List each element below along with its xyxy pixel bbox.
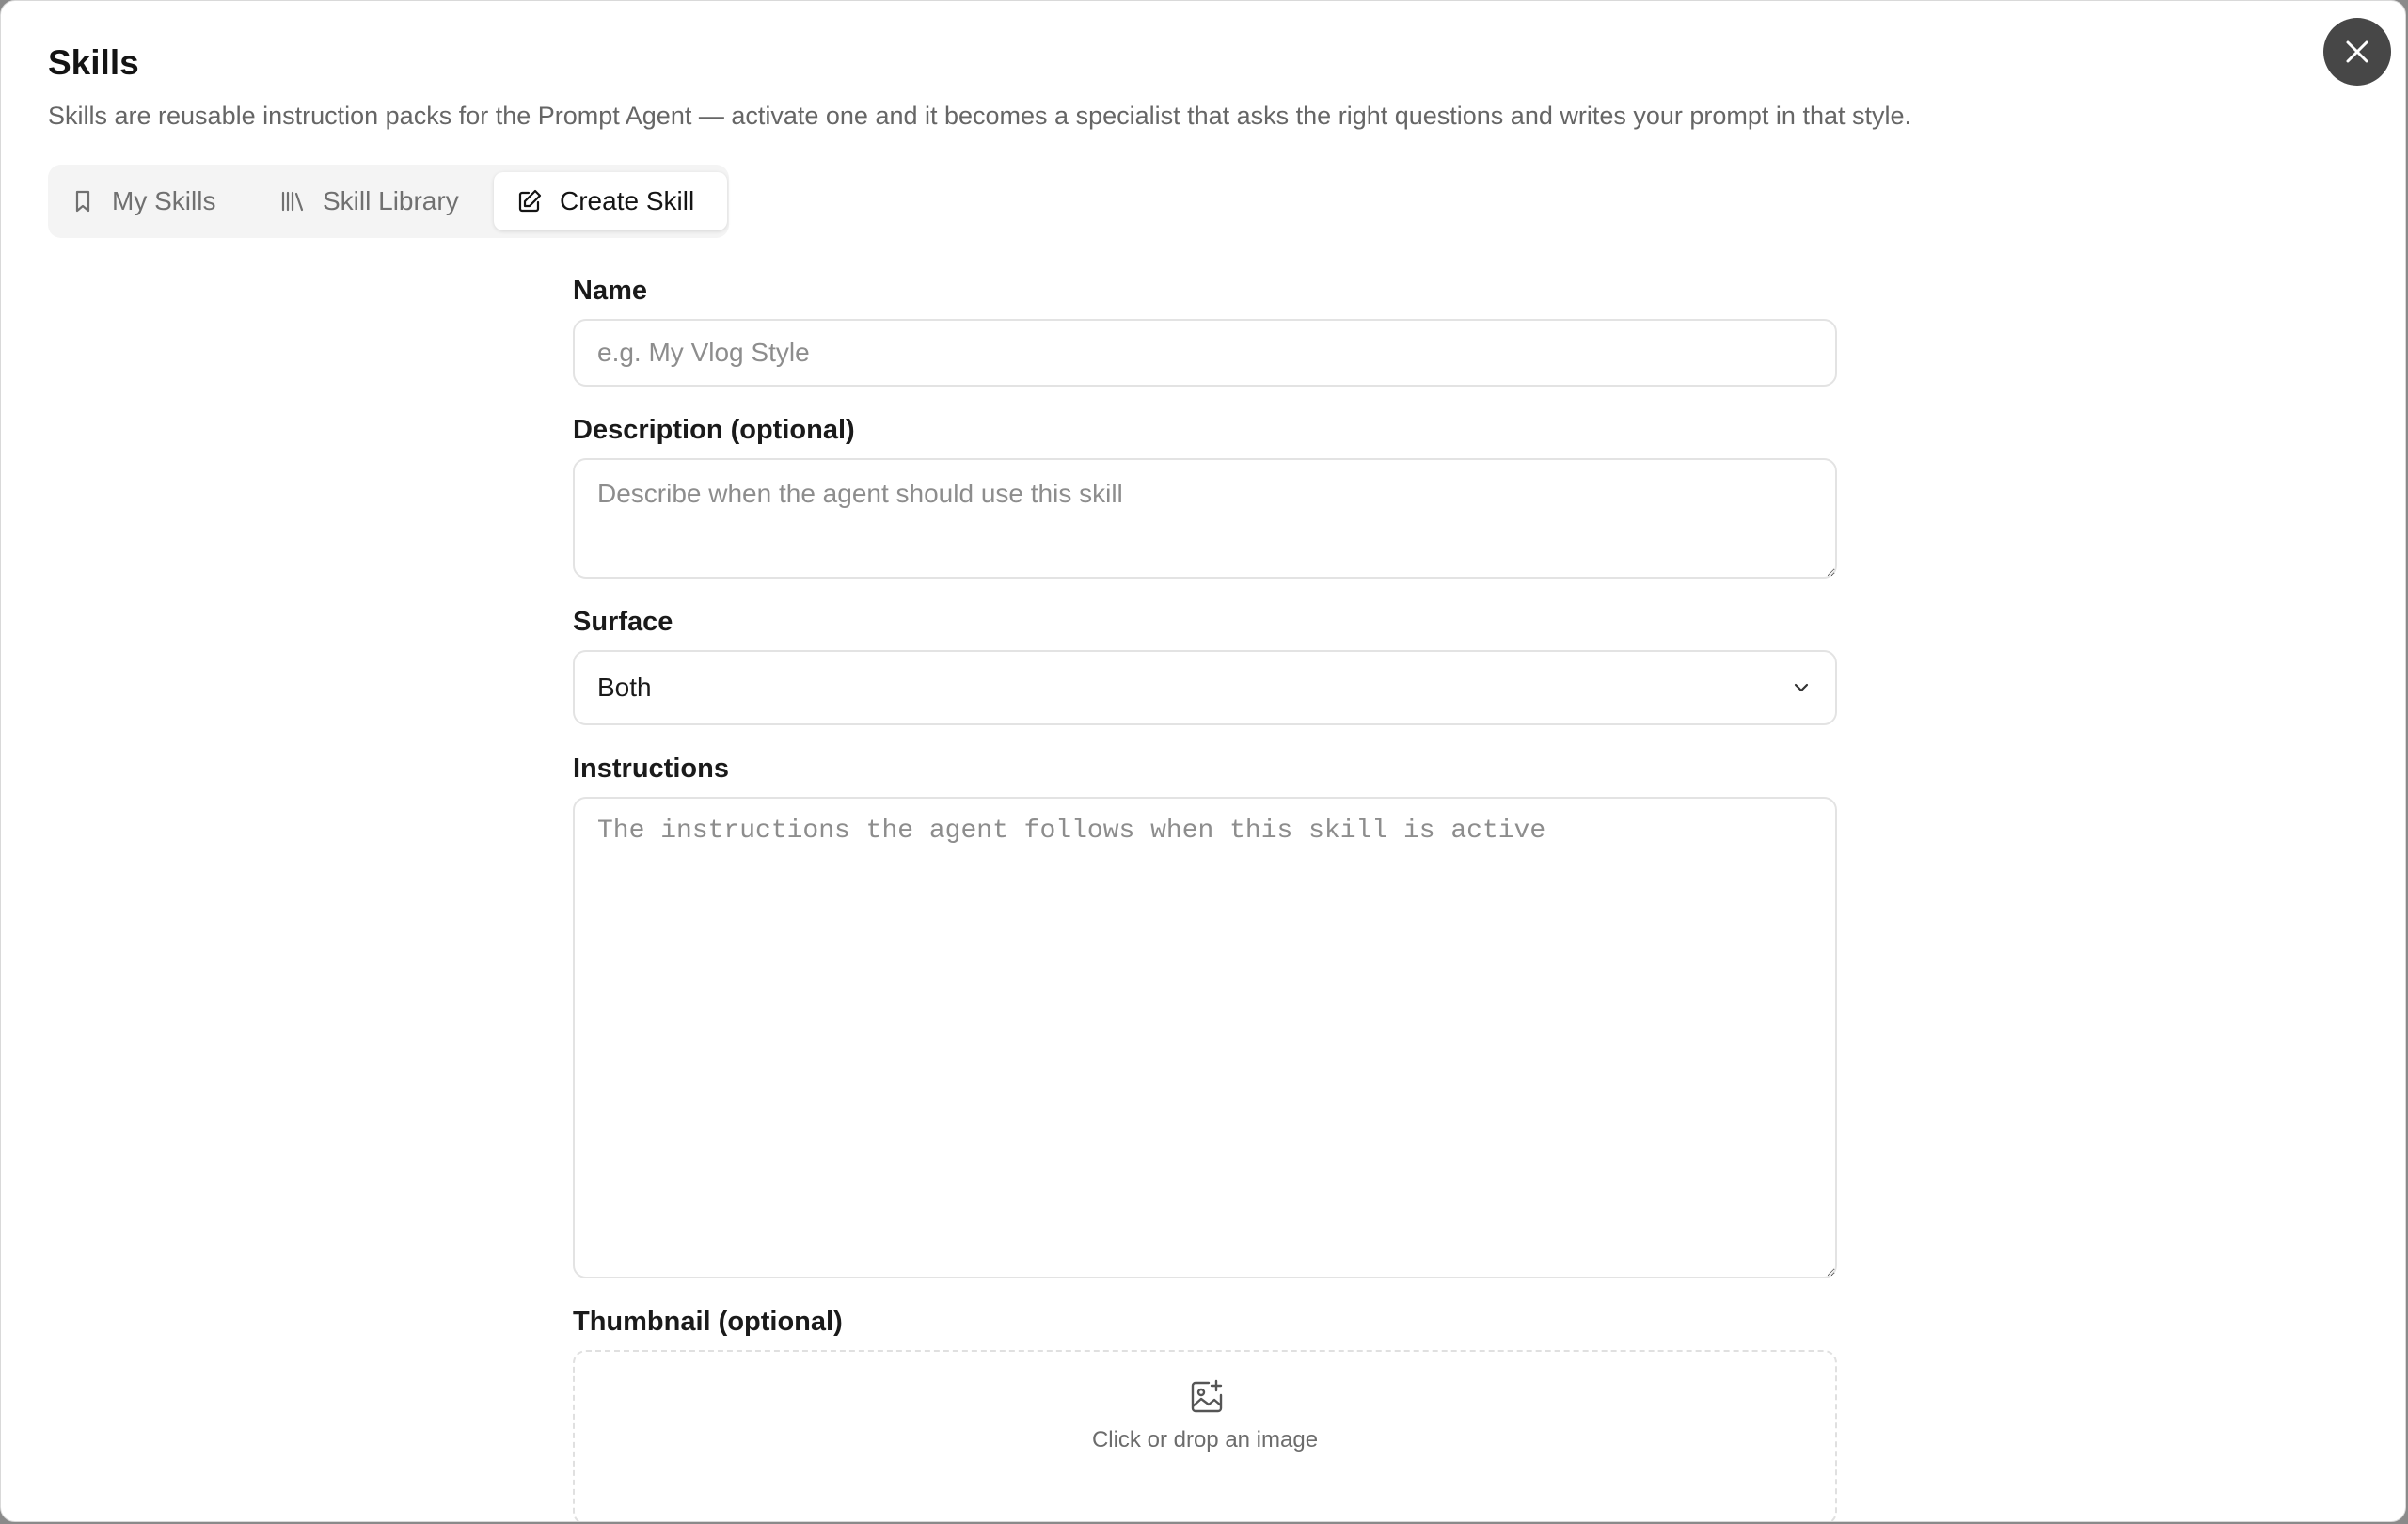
chevron-down-icon bbox=[1794, 683, 1809, 692]
name-label: Name bbox=[573, 276, 647, 306]
description-textarea[interactable] bbox=[573, 458, 1837, 579]
surface-selected-value: Both bbox=[597, 673, 652, 702]
description-label: Description (optional) bbox=[573, 415, 855, 445]
skills-modal: Skills Skills are reusable instruction p… bbox=[0, 0, 2406, 1522]
tab-label: Create Skill bbox=[560, 186, 695, 215]
tab-label: My Skills bbox=[112, 186, 216, 215]
surface-label: Surface bbox=[573, 607, 673, 637]
instructions-textarea[interactable] bbox=[573, 797, 1837, 1278]
page-title: Skills bbox=[48, 43, 139, 82]
edit-icon bbox=[516, 188, 543, 214]
close-button[interactable] bbox=[2323, 18, 2391, 86]
tab-label: Skill Library bbox=[323, 186, 459, 215]
close-icon bbox=[2346, 40, 2368, 63]
tab-bar: My Skills Skill Library Create Skill bbox=[48, 165, 729, 238]
page-subtitle: Skills are reusable instruction packs fo… bbox=[48, 102, 1911, 130]
thumbnail-label: Thumbnail (optional) bbox=[573, 1307, 843, 1337]
surface-select[interactable]: Both bbox=[573, 650, 1837, 725]
name-input[interactable] bbox=[573, 319, 1837, 387]
tab-my-skills[interactable]: My Skills bbox=[71, 172, 296, 230]
instructions-label: Instructions bbox=[573, 754, 729, 784]
image-add-icon bbox=[1188, 1378, 1226, 1421]
thumbnail-dropzone[interactable]: Click or drop an image bbox=[573, 1350, 1837, 1521]
dropzone-text: Click or drop an image bbox=[1091, 1427, 1319, 1453]
library-icon bbox=[279, 189, 306, 214]
bookmark-icon bbox=[71, 189, 95, 214]
tab-create-skill[interactable]: Create Skill bbox=[494, 172, 727, 230]
